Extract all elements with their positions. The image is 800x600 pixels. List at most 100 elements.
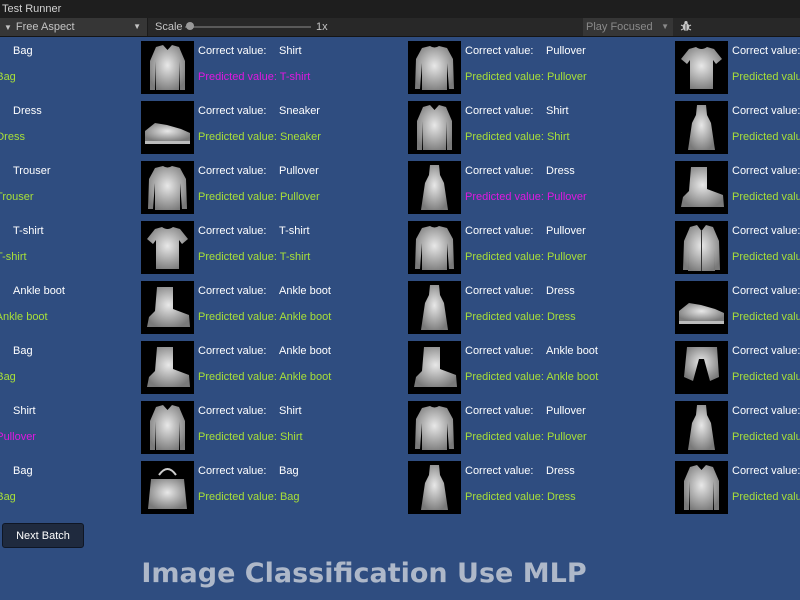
correct-value-text: Ankle boot xyxy=(546,345,598,357)
correct-value-text: Bag xyxy=(13,45,33,57)
correct-value-label: Correct value: xyxy=(465,405,534,417)
predicted-value-label: Predicted value: xyxy=(465,131,547,143)
correct-value-label: Correct value: xyxy=(732,165,800,177)
predicted-value-text: Predicted value: Pullover xyxy=(465,191,587,203)
correct-value-text: Dress xyxy=(546,465,575,477)
predicted-value: Ankle boot xyxy=(279,311,332,323)
prediction-cell: Correct value: T-shirt Predicted value: T-… xyxy=(141,217,409,277)
prediction-cell: Correct value: Predicted value: xyxy=(675,337,800,397)
predicted-value-text: Predicted value: Pullover xyxy=(465,71,587,83)
play-mode-dropdown[interactable]: Play Focused ▼ xyxy=(583,18,673,36)
predicted-value-text: Predicted value: xyxy=(732,251,800,263)
correct-value-label: Correct value: xyxy=(198,165,267,177)
predicted-value-label: Predicted value: xyxy=(198,311,280,323)
predicted-value-text: Predicted value: Dress xyxy=(465,491,576,503)
chevron-down-icon: ▼ xyxy=(661,22,669,31)
dress-image xyxy=(408,461,461,514)
prediction-cell: Correct value: Pullover Predicted value: P… xyxy=(408,217,676,277)
correct-value-text: Ankle boot xyxy=(279,345,331,357)
left-partial-cell: Shirt e: Pullover xyxy=(0,397,140,457)
predicted-value-label: Predicted value: xyxy=(198,131,280,143)
prediction-cell: Correct value: Sneaker Predicted value: Sn… xyxy=(141,97,409,157)
predicted-value: Bag xyxy=(279,491,300,503)
ankle-boot-image xyxy=(141,341,194,394)
play-mode-value: Play Focused xyxy=(586,21,653,33)
correct-value-text: Shirt xyxy=(279,405,302,417)
pullover-image xyxy=(141,161,194,214)
correct-value-label: Correct value: xyxy=(198,225,267,237)
predicted-value-text: Predicted value: xyxy=(732,311,800,323)
dress-image xyxy=(408,161,461,214)
correct-value-label: Correct value: xyxy=(732,405,800,417)
prediction-cell: Correct value: Pullover Predicted value: P… xyxy=(408,397,676,457)
correct-value-label: Correct value: xyxy=(732,345,800,357)
predicted-value: Shirt xyxy=(546,131,570,143)
predicted-value-text: Predicted value: T-shirt xyxy=(198,71,310,83)
correct-value-label: Correct value: xyxy=(732,105,800,117)
predicted-value: Pullover xyxy=(279,191,320,203)
predicted-value-label: Predicted value: xyxy=(198,251,280,263)
next-batch-button[interactable]: Next Batch xyxy=(2,523,84,548)
bag-image xyxy=(141,461,194,514)
correct-value-text: Trouser xyxy=(13,165,51,177)
predicted-value-text: Predicted value: xyxy=(732,191,800,203)
dropdown-arrow-icon: ▼ xyxy=(4,23,12,32)
dress-image xyxy=(408,281,461,334)
predicted-value: Dress xyxy=(546,491,576,503)
correct-value-label: Correct value: xyxy=(198,465,267,477)
scale-slider-handle[interactable] xyxy=(186,22,194,30)
predicted-value: Pullover xyxy=(546,251,587,263)
prediction-cell: Correct value: Pullover Predicted value: P… xyxy=(141,157,409,217)
predicted-value-text: e: Pullover xyxy=(0,431,36,443)
prediction-cell: Correct value: Pullover Predicted value: P… xyxy=(408,37,676,97)
correct-value-text: Shirt xyxy=(13,405,36,417)
prediction-cell: Correct value: Shirt Predicted value: Shir… xyxy=(408,97,676,157)
prediction-cell: Correct value: Predicted value: xyxy=(675,457,800,517)
predicted-value-label: Predicted value: xyxy=(198,371,280,383)
shirt-image xyxy=(675,461,728,514)
prediction-cell: Correct value: Dress Predicted value: Pull… xyxy=(408,157,676,217)
chevron-down-icon: ▼ xyxy=(133,22,141,31)
correct-value-label: Correct value: xyxy=(465,105,534,117)
predicted-value-label: Predicted value: xyxy=(732,371,800,383)
dress-image xyxy=(675,101,728,154)
predicted-value-label: Predicted value: xyxy=(732,131,800,143)
prediction-cell: Correct value: Ankle boot Predicted value:… xyxy=(141,337,409,397)
predicted-value-text: Predicted value: xyxy=(732,371,800,383)
correct-value-label: Correct value: xyxy=(732,45,800,57)
prediction-cell: Correct value: Ankle boot Predicted value:… xyxy=(408,337,676,397)
predicted-value-text: Predicted value: Bag xyxy=(198,491,300,503)
correct-value-text: T-shirt xyxy=(279,225,310,237)
page-title: Image Classification Use MLP xyxy=(141,558,587,589)
predicted-value-label: Predicted value: xyxy=(732,251,800,263)
correct-value-text: Pullover xyxy=(279,165,319,177)
correct-value-text: Dress xyxy=(546,165,575,177)
game-view-toolbar: ▼ Free Aspect ▼ Scale 1x Play Focused ▼ xyxy=(0,18,800,37)
predicted-value-text: e: Trouser xyxy=(0,191,34,203)
ankle-boot-image xyxy=(408,341,461,394)
predicted-value-label: Predicted value: xyxy=(198,191,280,203)
tshirt-image xyxy=(141,221,194,274)
predicted-value-label: Predicted value: xyxy=(732,491,800,503)
prediction-cell: Correct value: Ankle boot Predicted value:… xyxy=(141,277,409,337)
predicted-value-label: Predicted value: xyxy=(732,191,800,203)
correct-value-label: Correct value: xyxy=(465,465,534,477)
predicted-value: Ankle boot xyxy=(546,371,599,383)
scale-slider[interactable] xyxy=(185,22,311,30)
scale-label: Scale xyxy=(155,21,183,33)
prediction-cell: Correct value: Predicted value: xyxy=(675,37,800,97)
prediction-cell: Correct value: Predicted value: xyxy=(675,277,800,337)
correct-value-text: Pullover xyxy=(546,45,586,57)
predicted-value-text: Predicted value: xyxy=(732,131,800,143)
window-title: Test Runner xyxy=(2,3,62,15)
predicted-value-text: Predicted value: Sneaker xyxy=(198,131,321,143)
predicted-value-label: Predicted value: xyxy=(465,431,547,443)
correct-value-text: Pullover xyxy=(546,225,586,237)
predicted-value-text: Predicted value: xyxy=(732,431,800,443)
bug-icon[interactable] xyxy=(680,20,692,32)
predicted-value: Pullover xyxy=(546,191,587,203)
predicted-value-text: e: Bag xyxy=(0,371,16,383)
aspect-dropdown[interactable]: ▼ Free Aspect ▼ xyxy=(0,18,148,36)
predicted-value-label: Predicted value: xyxy=(198,491,280,503)
predicted-value-label: Predicted value: xyxy=(732,431,800,443)
